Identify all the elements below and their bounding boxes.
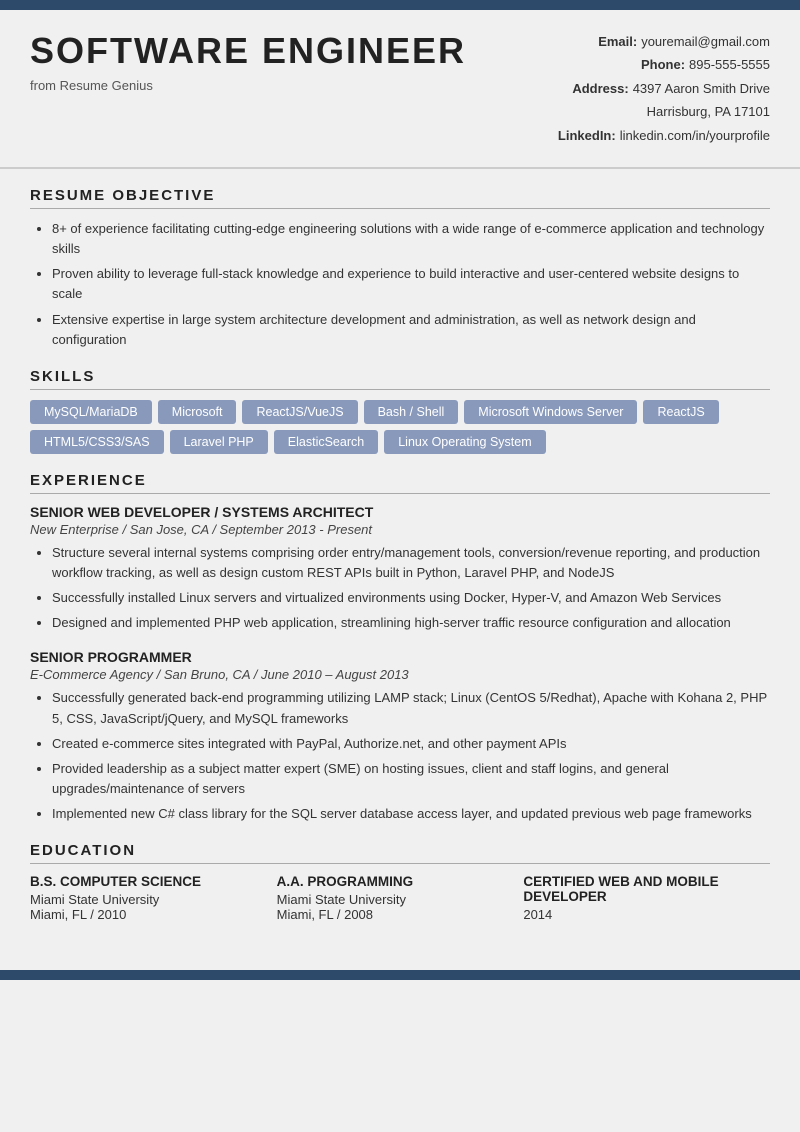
skill-tag: ReactJS — [643, 400, 718, 424]
header: SOFTWARE ENGINEER from Resume Genius Ema… — [0, 10, 800, 169]
linkedin-value: linkedin.com/in/yourprofile — [620, 124, 770, 147]
job-title-2: SENIOR PROGRAMMER — [30, 649, 770, 665]
job-title: SOFTWARE ENGINEER — [30, 30, 558, 72]
address-label: Address: — [572, 77, 628, 124]
linkedin-label: LinkedIn: — [558, 124, 616, 147]
main-content: RESUME OBJECTIVE 8+ of experience facili… — [0, 169, 800, 970]
email-label: Email: — [598, 30, 637, 53]
experience-section: EXPERIENCE SENIOR WEB DEVELOPER / SYSTEM… — [30, 472, 770, 824]
email-row: Email: youremail@gmail.com — [558, 30, 770, 53]
list-item: Successfully installed Linux servers and… — [52, 588, 770, 608]
list-item: Provided leadership as a subject matter … — [52, 759, 770, 799]
skill-tag: Microsoft — [158, 400, 237, 424]
education-section: EDUCATION B.S. COMPUTER SCIENCE Miami St… — [30, 842, 770, 922]
skills-section: SKILLS MySQL/MariaDB Microsoft ReactJS/V… — [30, 368, 770, 454]
list-item: Created e-commerce sites integrated with… — [52, 734, 770, 754]
edu-degree-3: CERTIFIED WEB AND MOBILE DEVELOPER — [523, 874, 770, 904]
address-row: Address: 4397 Aaron Smith DriveHarrisbur… — [558, 77, 770, 124]
edu-detail-3: 2014 — [523, 907, 770, 922]
address-value: 4397 Aaron Smith DriveHarrisburg, PA 171… — [633, 77, 770, 124]
job-bullets-2: Successfully generated back-end programm… — [30, 688, 770, 824]
education-grid: B.S. COMPUTER SCIENCE Miami State Univer… — [30, 874, 770, 922]
edu-col-2: A.A. PROGRAMMING Miami State University … — [277, 874, 524, 922]
list-item: 8+ of experience facilitating cutting-ed… — [52, 219, 770, 259]
header-subtitle: from Resume Genius — [30, 78, 558, 93]
list-item: Extensive expertise in large system arch… — [52, 310, 770, 350]
linkedin-row: LinkedIn: linkedin.com/in/yourprofile — [558, 124, 770, 147]
phone-label: Phone: — [641, 53, 685, 76]
list-item: Designed and implemented PHP web applica… — [52, 613, 770, 633]
list-item: Successfully generated back-end programm… — [52, 688, 770, 728]
edu-detail-2: Miami, FL / 2008 — [277, 907, 524, 922]
top-bar — [0, 0, 800, 10]
skill-tag: Bash / Shell — [364, 400, 459, 424]
phone-value: 895-555-5555 — [689, 53, 770, 76]
email-value: youremail@gmail.com — [641, 30, 770, 53]
job-title-1: SENIOR WEB DEVELOPER / SYSTEMS ARCHITECT — [30, 504, 770, 520]
phone-row: Phone: 895-555-5555 — [558, 53, 770, 76]
job-entry: SENIOR PROGRAMMER E-Commerce Agency / Sa… — [30, 649, 770, 824]
header-left: SOFTWARE ENGINEER from Resume Genius — [30, 30, 558, 93]
skill-tag: Laravel PHP — [170, 430, 268, 454]
skills-grid: MySQL/MariaDB Microsoft ReactJS/VueJS Ba… — [30, 400, 770, 454]
skill-tag: MySQL/MariaDB — [30, 400, 152, 424]
skill-tag: Microsoft Windows Server — [464, 400, 637, 424]
skill-tag: HTML5/CSS3/SAS — [30, 430, 164, 454]
job-meta-2: E-Commerce Agency / San Bruno, CA / June… — [30, 667, 770, 682]
edu-degree-1: B.S. COMPUTER SCIENCE — [30, 874, 277, 889]
objective-title: RESUME OBJECTIVE — [30, 187, 770, 209]
job-bullets-1: Structure several internal systems compr… — [30, 543, 770, 634]
contact-info: Email: youremail@gmail.com Phone: 895-55… — [558, 30, 770, 147]
resume-document: SOFTWARE ENGINEER from Resume Genius Ema… — [0, 0, 800, 1132]
skill-tag: ElasticSearch — [274, 430, 378, 454]
experience-title: EXPERIENCE — [30, 472, 770, 494]
skill-tag: Linux Operating System — [384, 430, 545, 454]
skill-tag: ReactJS/VueJS — [242, 400, 357, 424]
edu-col-3: CERTIFIED WEB AND MOBILE DEVELOPER 2014 — [523, 874, 770, 922]
edu-detail-1: Miami, FL / 2010 — [30, 907, 277, 922]
edu-school-2: Miami State University — [277, 892, 524, 907]
job-meta-1: New Enterprise / San Jose, CA / Septembe… — [30, 522, 770, 537]
list-item: Proven ability to leverage full-stack kn… — [52, 264, 770, 304]
job-entry: SENIOR WEB DEVELOPER / SYSTEMS ARCHITECT… — [30, 504, 770, 634]
objective-section: RESUME OBJECTIVE 8+ of experience facili… — [30, 187, 770, 350]
edu-degree-2: A.A. PROGRAMMING — [277, 874, 524, 889]
skills-title: SKILLS — [30, 368, 770, 390]
edu-col-1: B.S. COMPUTER SCIENCE Miami State Univer… — [30, 874, 277, 922]
objective-list: 8+ of experience facilitating cutting-ed… — [30, 219, 770, 350]
edu-school-1: Miami State University — [30, 892, 277, 907]
education-title: EDUCATION — [30, 842, 770, 864]
list-item: Implemented new C# class library for the… — [52, 804, 770, 824]
bottom-bar — [0, 970, 800, 980]
list-item: Structure several internal systems compr… — [52, 543, 770, 583]
